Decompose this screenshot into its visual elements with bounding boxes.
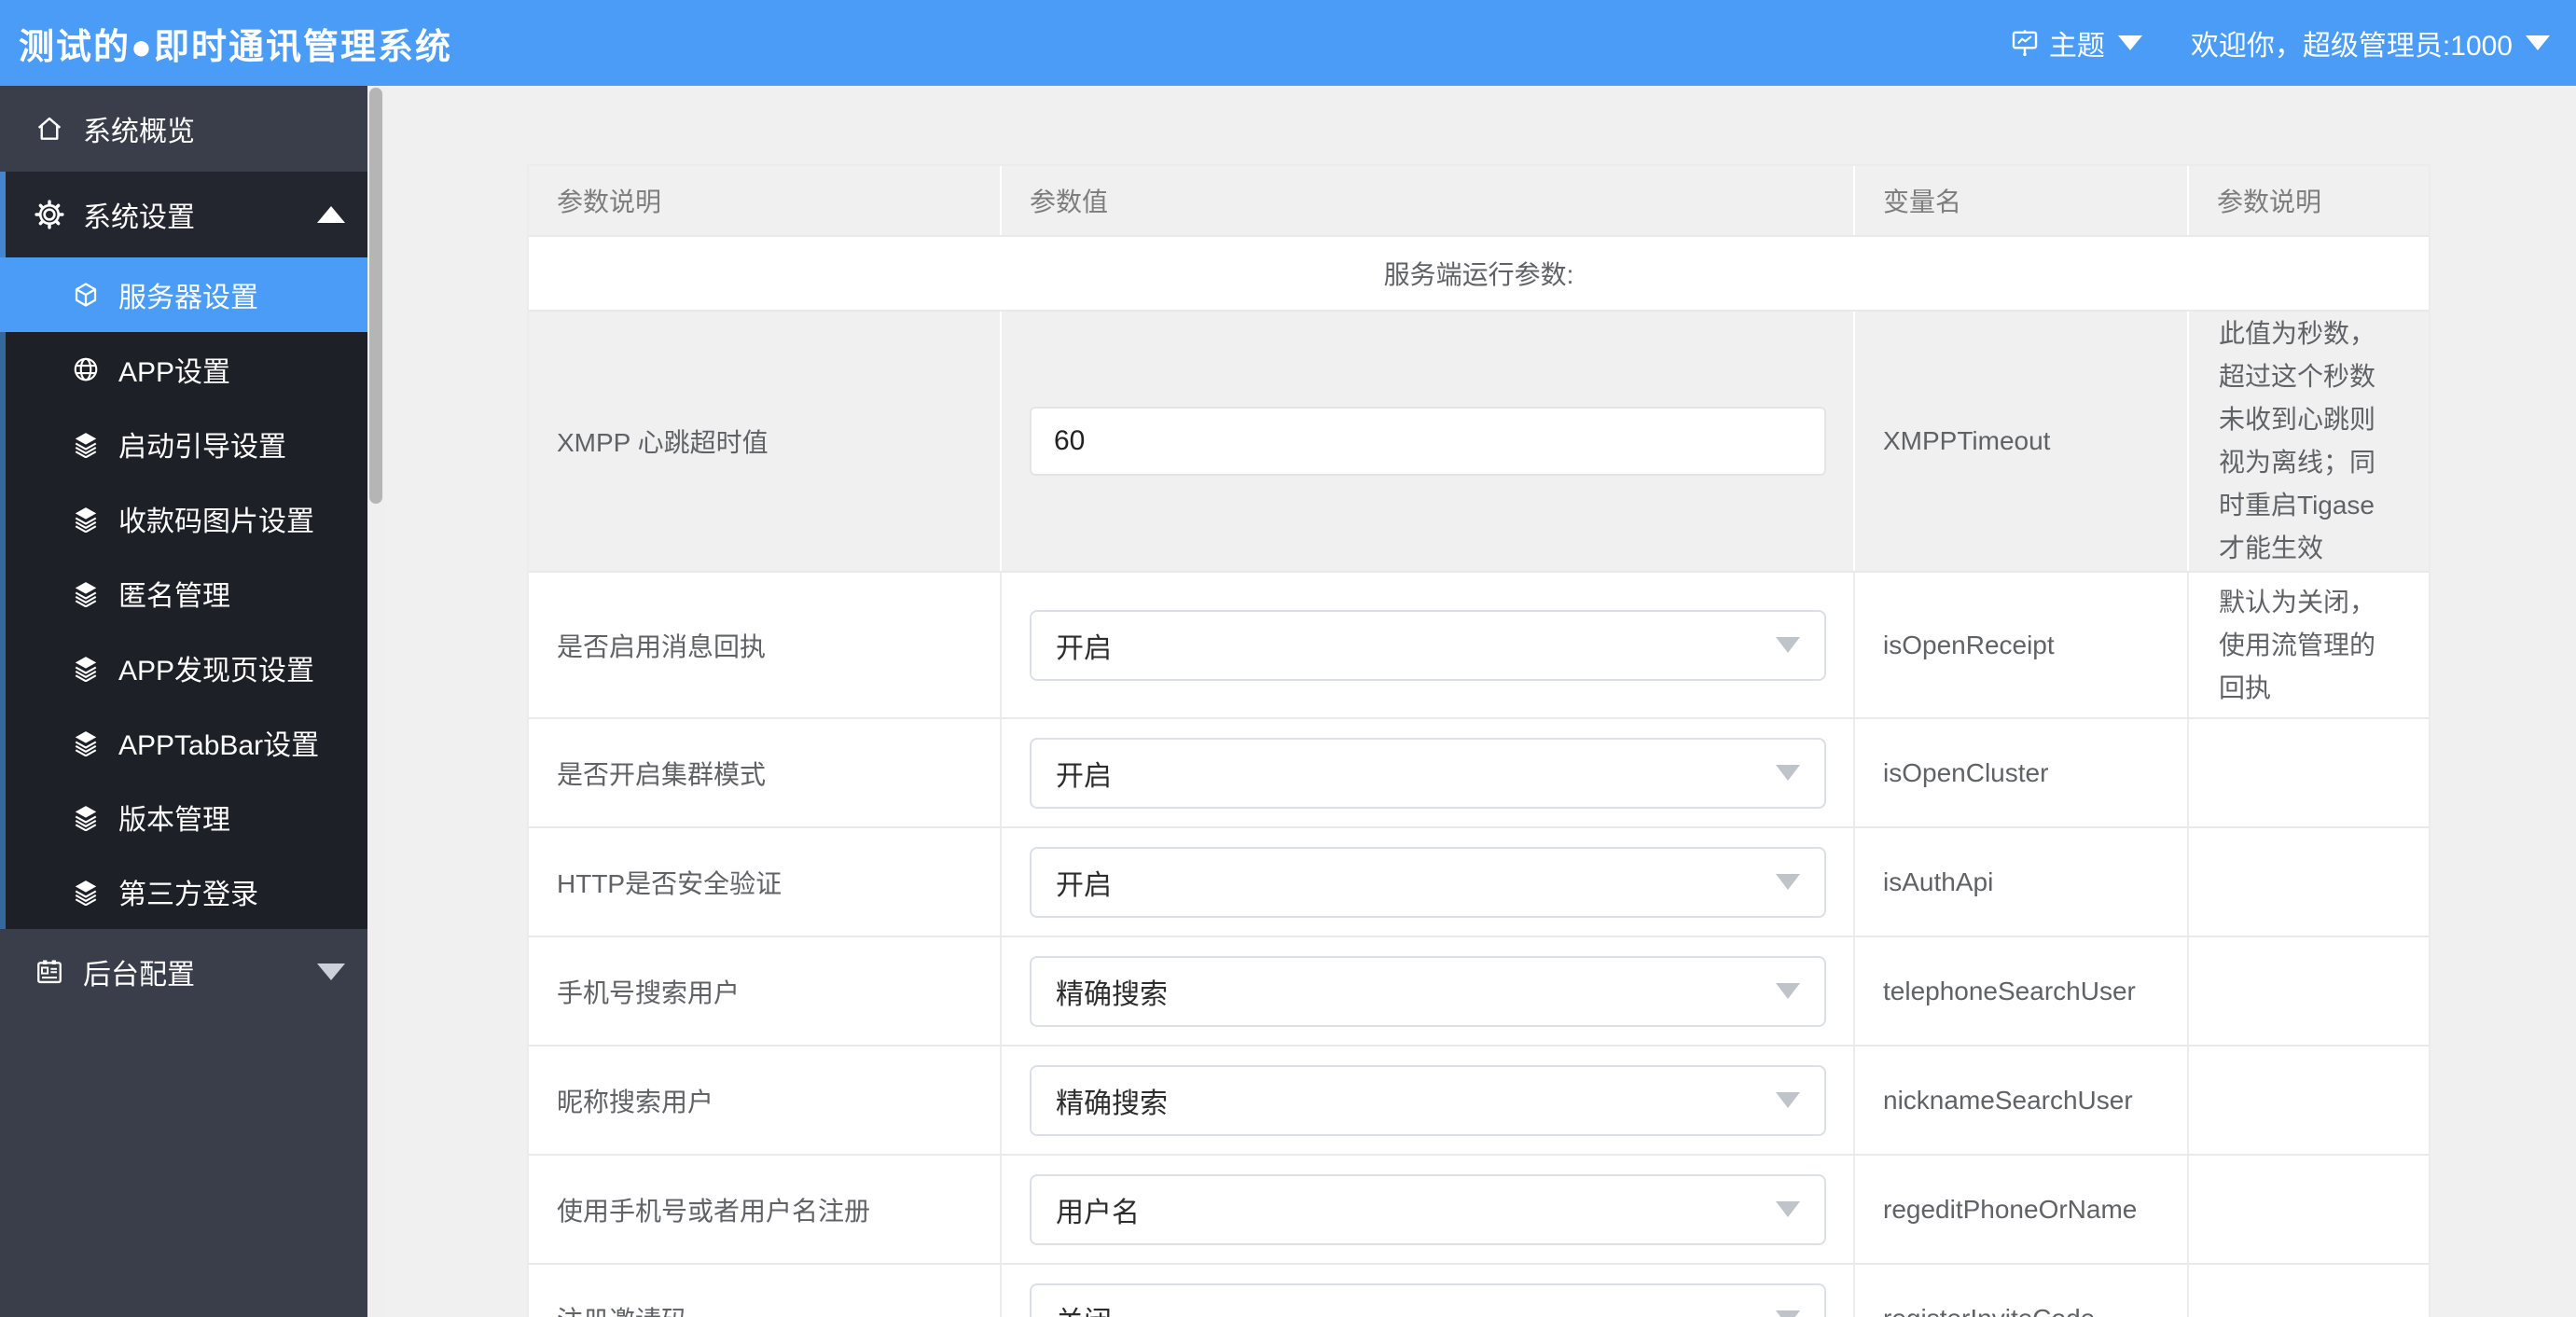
sidebar-item-server-settings[interactable]: 服务器设置 — [0, 257, 367, 332]
param-label: 注册邀请码 — [557, 1300, 687, 1317]
globe-icon — [72, 355, 100, 383]
table-row: 是否启用消息回执 开启 isOpenReceipt 默认为关闭，使用流管理的回执 — [529, 573, 2429, 719]
section-title: 服务端运行参数: — [1383, 260, 1574, 289]
variable-name: telephoneSearchUser — [1883, 976, 2136, 1005]
sidebar-item-app-discover-page[interactable]: APP发现页设置 — [0, 631, 367, 705]
table-row: 使用手机号或者用户名注册 用户名 regeditPhoneOrName — [529, 1156, 2429, 1265]
param-description — [2189, 1088, 2249, 1114]
param-label: HTTP是否安全验证 — [557, 868, 782, 898]
register-mode-select[interactable]: 用户名 — [1030, 1173, 1826, 1245]
param-label: XMPP 心跳超时值 — [557, 428, 769, 457]
sidebar-item-anonymous-management[interactable]: 匿名管理 — [0, 556, 367, 631]
param-description — [2189, 760, 2249, 786]
cluster-select[interactable]: 开启 — [1030, 737, 1826, 809]
chevron-down-icon — [2117, 35, 2142, 50]
invite-code-select[interactable]: 关闭 — [1030, 1282, 1826, 1317]
param-description — [2189, 869, 2249, 895]
sidebar-nav: 系统概览 系统设置 服务器设置 APP设置 启动引导设置 收款码图片设置 匿名管… — [0, 86, 367, 1317]
chevron-down-icon — [317, 963, 345, 980]
param-description — [2189, 1306, 2249, 1317]
chevron-down-icon — [1776, 1092, 1800, 1108]
layers-icon — [72, 878, 100, 906]
theme-label: 主题 — [2048, 31, 2105, 62]
welcome-text: 欢迎你，超级管理员:1000 — [2190, 31, 2513, 62]
layers-icon — [72, 654, 100, 682]
chevron-down-icon — [1776, 1201, 1800, 1217]
layers-icon — [72, 579, 100, 607]
theme-menu[interactable]: 主题 — [2010, 22, 2142, 63]
variable-name: XMPPTimeout — [1883, 426, 2051, 455]
sidebar-group-system-settings[interactable]: 系统设置 — [0, 172, 367, 257]
layers-icon — [72, 728, 100, 756]
main-content: 参数说明 参数值 变量名 参数说明 服务端运行参数: XMPP 心跳超时值 XM… — [384, 86, 2576, 1317]
variable-name: regeditPhoneOrName — [1883, 1194, 2138, 1224]
theme-board-icon — [2010, 28, 2040, 58]
table-row: 手机号搜索用户 精确搜索 telephoneSearchUser — [529, 937, 2429, 1047]
receipt-select[interactable]: 开启 — [1030, 609, 1826, 681]
column-header: 参数说明 — [2217, 187, 2322, 216]
chevron-down-icon — [1776, 1310, 1800, 1317]
column-header: 参数值 — [1030, 187, 1109, 216]
param-label: 使用手机号或者用户名注册 — [557, 1196, 871, 1226]
home-icon — [35, 114, 64, 144]
app-title: 测试的●即时通讯管理系统 — [19, 27, 452, 67]
table-row: HTTP是否安全验证 开启 isAuthApi — [529, 828, 2429, 937]
chevron-down-icon — [1776, 637, 1800, 653]
sidebar-item-system-overview[interactable]: 系统概览 — [0, 86, 367, 172]
xmpp-timeout-input[interactable] — [1030, 407, 1826, 476]
layers-icon — [72, 803, 100, 831]
layers-icon — [72, 505, 100, 533]
param-description — [2189, 1197, 2249, 1223]
parameters-table: 参数说明 参数值 变量名 参数说明 服务端运行参数: XMPP 心跳超时值 XM… — [527, 164, 2431, 1317]
app-window: 测试的●即时通讯管理系统 主题 欢迎你，超级管理员:1000 系统概览 系统设置 — [0, 0, 2576, 1317]
sidebar-item-third-party-login[interactable]: 第三方登录 — [0, 854, 367, 929]
variable-name: isAuthApi — [1883, 866, 1994, 896]
table-header-row: 参数说明 参数值 变量名 参数说明 — [529, 166, 2429, 237]
table-row: XMPP 心跳超时值 XMPPTimeout 此值为秒数，超过这个秒数未收到心跳… — [529, 312, 2429, 573]
table-row: 是否开启集群模式 开启 isOpenCluster — [529, 719, 2429, 828]
column-header: 变量名 — [1883, 187, 1962, 216]
sidebar-submenu-system-settings: 服务器设置 APP设置 启动引导设置 收款码图片设置 匿名管理 APP发现页设置 — [0, 257, 367, 929]
chevron-down-icon — [1776, 983, 1800, 999]
user-menu[interactable]: 欢迎你，超级管理员:1000 — [2191, 22, 2550, 63]
table-section-row: 服务端运行参数: — [529, 237, 2429, 312]
telephone-search-select[interactable]: 精确搜索 — [1030, 955, 1826, 1027]
gear-icon — [35, 200, 64, 229]
sidebar-group-backend-config[interactable]: 后台配置 — [0, 929, 367, 1015]
sidebar-item-payment-code-image[interactable]: 收款码图片设置 — [0, 481, 367, 556]
sidebar-scrollbar-thumb[interactable] — [369, 88, 382, 504]
sidebar-item-launch-guide[interactable]: 启动引导设置 — [0, 407, 367, 481]
param-description — [2189, 978, 2249, 1005]
sidebar-item-version-management[interactable]: 版本管理 — [0, 780, 367, 854]
top-header-bar: 测试的●即时通讯管理系统 主题 欢迎你，超级管理员:1000 — [0, 0, 2576, 86]
table-row: 注册邀请码 关闭 registerInviteCode — [529, 1265, 2429, 1317]
variable-name: isOpenReceipt — [1883, 630, 2055, 659]
param-label: 是否开启集群模式 — [557, 759, 767, 789]
chevron-up-icon — [317, 206, 345, 223]
sidebar-scrollbar-track[interactable] — [367, 86, 384, 1317]
clipboard-icon — [35, 957, 64, 987]
param-label: 昵称搜索用户 — [557, 1087, 714, 1116]
chevron-down-icon — [1776, 765, 1800, 781]
chevron-down-icon — [2526, 35, 2550, 50]
variable-name: registerInviteCode — [1883, 1304, 2095, 1317]
sidebar-item-app-tabbar-settings[interactable]: APPTabBar设置 — [0, 705, 367, 780]
param-description: 此值为秒数，超过这个秒数未收到心跳则视为离线；同时重启Tigase才能生效 — [2219, 319, 2376, 562]
nickname-search-select[interactable]: 精确搜索 — [1030, 1064, 1826, 1136]
layers-icon — [72, 430, 100, 458]
variable-name: nicknameSearchUser — [1883, 1085, 2133, 1115]
param-label: 手机号搜索用户 — [557, 977, 741, 1007]
auth-api-select[interactable]: 开启 — [1030, 846, 1826, 918]
table-row: 昵称搜索用户 精确搜索 nicknameSearchUser — [529, 1047, 2429, 1156]
column-header: 参数说明 — [557, 187, 662, 216]
variable-name: isOpenCluster — [1883, 757, 2049, 787]
param-label: 是否启用消息回执 — [557, 631, 767, 661]
param-description: 默认为关闭，使用流管理的回执 — [2219, 587, 2376, 702]
sidebar-item-app-settings[interactable]: APP设置 — [0, 332, 367, 407]
cube-icon — [72, 281, 100, 309]
chevron-down-icon — [1776, 874, 1800, 890]
